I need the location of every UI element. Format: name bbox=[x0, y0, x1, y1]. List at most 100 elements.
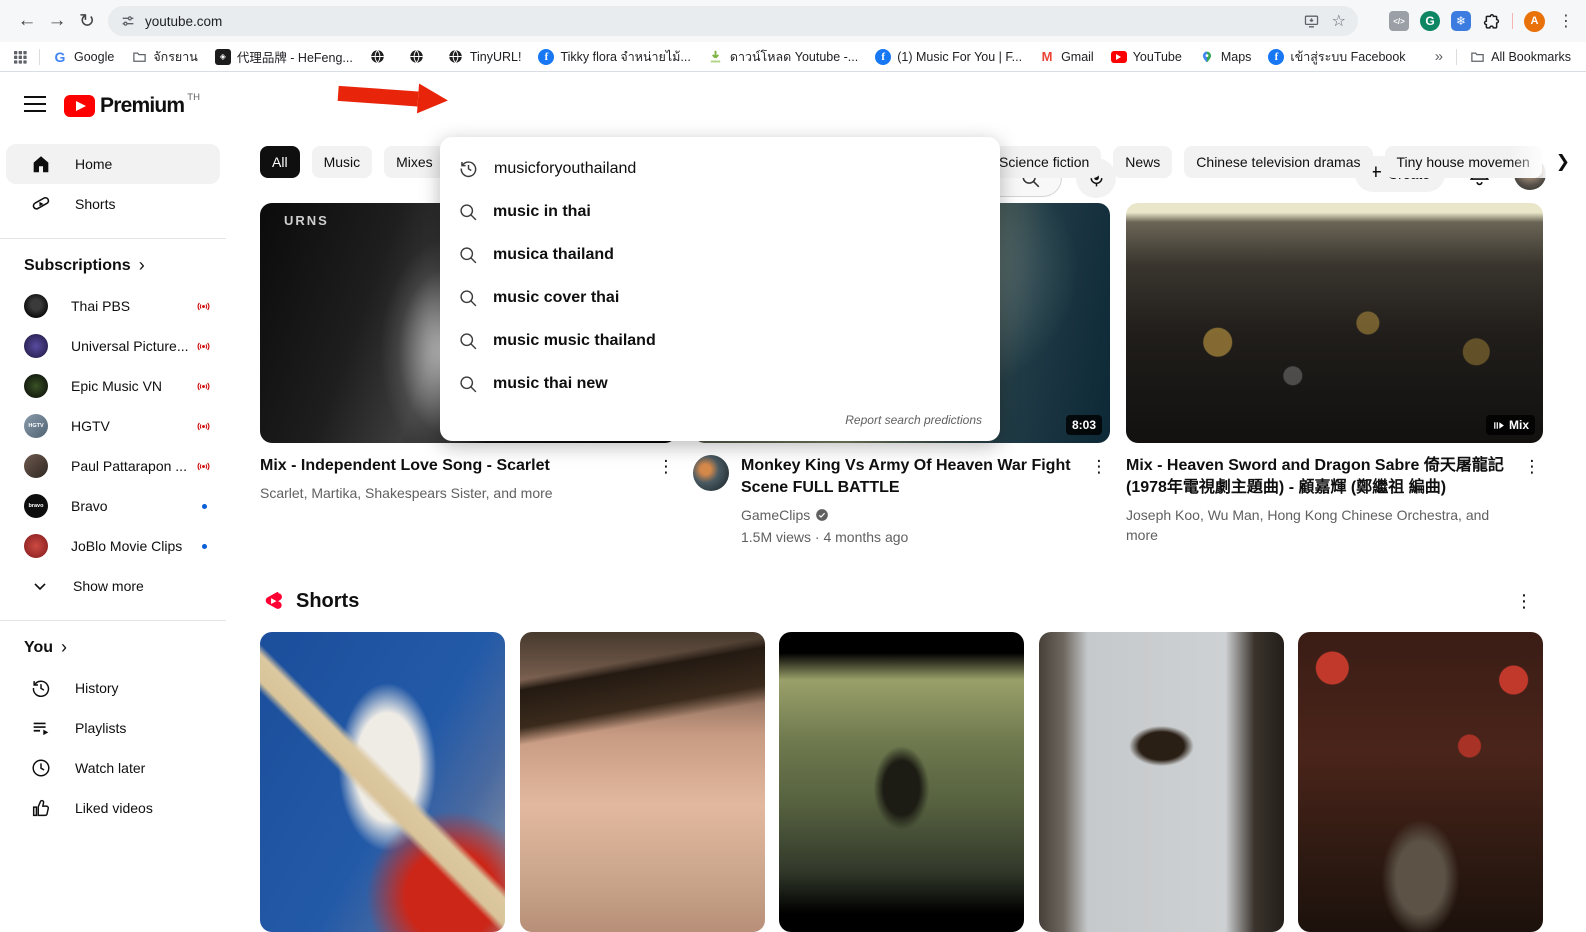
video-byline[interactable]: Scarlet, Martika, Shakespears Sister, an… bbox=[260, 483, 655, 503]
bookmark-item[interactable]: f (1) Music For You | F... bbox=[870, 47, 1027, 67]
video-title[interactable]: Mix - Independent Love Song - Scarlet bbox=[260, 455, 655, 477]
subscriptions-header[interactable]: Subscriptions › bbox=[0, 249, 226, 286]
gmail-icon: M bbox=[1039, 49, 1055, 65]
sidebar-show-more[interactable]: Show more bbox=[6, 566, 220, 606]
suggestion-item[interactable]: music in thai bbox=[440, 190, 1000, 233]
guide-menu-icon[interactable] bbox=[24, 96, 46, 112]
forward-button[interactable]: → bbox=[42, 6, 72, 36]
settings-extension-icon[interactable]: ❄ bbox=[1451, 11, 1471, 31]
chips-scroll-right-icon[interactable]: ❯ bbox=[1548, 150, 1578, 174]
all-bookmarks-button[interactable]: All Bookmarks bbox=[1464, 47, 1576, 67]
search-suggestions-dropdown: musicforyouthailand music in thai musica… bbox=[440, 137, 1000, 441]
browser-toolbar: ← → ↻ youtube.com ☆ </> G ❄ A ⋮ bbox=[0, 0, 1586, 42]
extensions-puzzle-icon[interactable] bbox=[1482, 12, 1501, 31]
you-header[interactable]: You › bbox=[0, 631, 226, 668]
shorts-card[interactable] bbox=[1298, 632, 1543, 932]
video-menu-icon[interactable]: ⋮ bbox=[1088, 455, 1110, 547]
site-controls-icon[interactable] bbox=[120, 13, 136, 29]
bookmark-item[interactable]: TinyURL! bbox=[443, 47, 527, 67]
suggestion-item[interactable]: music thai new bbox=[440, 362, 1000, 405]
sidebar-item-watch-later[interactable]: Watch later bbox=[6, 748, 220, 788]
suggestion-item[interactable]: musica thailand bbox=[440, 233, 1000, 276]
mix-playlist-icon bbox=[1492, 419, 1505, 432]
channel-row[interactable]: GameClips bbox=[741, 505, 1088, 525]
folder-icon bbox=[1469, 49, 1485, 65]
bookmark-item[interactable]: ดาวน์โหลด Youtube -... bbox=[703, 45, 863, 69]
bookmark-item[interactable]: จักรยาน bbox=[126, 45, 203, 69]
sidebar-channel-epic-music-vn[interactable]: Epic Music VN bbox=[0, 366, 226, 406]
sidebar-channel-paul-pattarapon[interactable]: Paul Pattarapon ... bbox=[0, 446, 226, 486]
sidebar-item-home[interactable]: Home bbox=[6, 144, 220, 184]
reload-button[interactable]: ↻ bbox=[72, 6, 102, 36]
bookmark-item[interactable]: YouTube bbox=[1106, 48, 1187, 66]
apps-grid-icon[interactable] bbox=[12, 49, 28, 65]
sidebar-channel-bravo[interactable]: bravo Bravo bbox=[0, 486, 226, 526]
sidebar-channel-universal[interactable]: Universal Picture... bbox=[0, 326, 226, 366]
bookmark-item[interactable]: Maps bbox=[1194, 47, 1257, 67]
sidebar-item-history[interactable]: History bbox=[6, 668, 220, 708]
back-button[interactable]: ← bbox=[12, 6, 42, 36]
sidebar-item-liked-videos[interactable]: Liked videos bbox=[6, 788, 220, 828]
shorts-card[interactable] bbox=[260, 632, 505, 932]
bookmark-item[interactable]: ◈ 代理品牌 - HeFeng... bbox=[210, 45, 358, 68]
chip-science-fiction[interactable]: Science fiction bbox=[987, 146, 1101, 178]
chip-news[interactable]: News bbox=[1113, 146, 1172, 178]
bookmark-item[interactable]: f Tikky flora จำหน่ายไม้... bbox=[533, 45, 695, 69]
shorts-card[interactable] bbox=[1039, 632, 1284, 932]
chip-mixes[interactable]: Mixes bbox=[384, 146, 445, 178]
globe-icon bbox=[448, 49, 464, 65]
suggestion-item[interactable]: music cover thai bbox=[440, 276, 1000, 319]
video-title[interactable]: Monkey King Vs Army Of Heaven War Fight … bbox=[741, 455, 1088, 499]
sidebar-channel-joblo[interactable]: JoBlo Movie Clips bbox=[0, 526, 226, 566]
chip-all[interactable]: All bbox=[260, 146, 300, 178]
sidebar-channel-hgtv[interactable]: HGTV HGTV bbox=[0, 406, 226, 446]
maps-icon bbox=[1199, 49, 1215, 65]
sidebar-item-playlists[interactable]: Playlists bbox=[6, 708, 220, 748]
bookmarks-overflow-chevron[interactable]: » bbox=[1429, 48, 1449, 65]
chevron-right-icon: › bbox=[61, 637, 67, 658]
bookmark-item[interactable] bbox=[365, 47, 397, 67]
site-favicon: ◈ bbox=[215, 49, 231, 65]
extension-area: </> G ❄ A ⋮ bbox=[1389, 11, 1576, 32]
sidebar-channel-thai-pbs[interactable]: Thai PBS bbox=[0, 286, 226, 326]
chip-chinese-tv-dramas[interactable]: Chinese television dramas bbox=[1184, 146, 1372, 178]
channel-avatar bbox=[24, 374, 48, 398]
bookmark-item[interactable]: M Gmail bbox=[1034, 47, 1099, 67]
channel-avatar bbox=[24, 334, 48, 358]
chip-music[interactable]: Music bbox=[312, 146, 373, 178]
bookmark-item[interactable]: f เข้าสู่ระบบ Facebook bbox=[1263, 45, 1410, 69]
browser-menu-icon[interactable]: ⋮ bbox=[1556, 11, 1576, 31]
suggestion-item[interactable]: musicforyouthailand bbox=[440, 147, 1000, 190]
video-title[interactable]: Mix - Heaven Sword and Dragon Sabre 倚天屠龍… bbox=[1126, 455, 1521, 499]
shorts-card[interactable] bbox=[520, 632, 765, 932]
channel-avatar[interactable] bbox=[693, 455, 729, 491]
thumbnail-text: URNS bbox=[284, 213, 329, 228]
youtube-play-icon bbox=[64, 95, 95, 117]
video-thumbnail[interactable]: Mix bbox=[1126, 203, 1543, 443]
install-icon[interactable] bbox=[1303, 13, 1320, 30]
code-extension-icon[interactable]: </> bbox=[1389, 11, 1409, 31]
globe-icon bbox=[409, 49, 425, 65]
bookmark-item[interactable] bbox=[404, 47, 436, 67]
chevron-down-icon bbox=[30, 576, 50, 596]
playlists-icon bbox=[30, 717, 52, 739]
video-byline[interactable]: Joseph Koo, Wu Man, Hong Kong Chinese Or… bbox=[1126, 505, 1521, 545]
watch-later-icon bbox=[30, 757, 52, 779]
youtube-premium-logo[interactable]: Premium TH bbox=[64, 92, 200, 118]
youtube-icon bbox=[1111, 51, 1127, 63]
video-menu-icon[interactable]: ⋮ bbox=[1521, 455, 1543, 545]
bookmark-item[interactable]: G Google bbox=[47, 47, 119, 67]
shorts-card[interactable] bbox=[779, 632, 1024, 932]
bookmark-star-icon[interactable]: ☆ bbox=[1332, 11, 1346, 31]
address-bar[interactable]: youtube.com ☆ bbox=[108, 6, 1358, 36]
report-search-predictions-link[interactable]: Report search predictions bbox=[440, 405, 1000, 437]
shorts-menu-icon[interactable]: ⋮ bbox=[1505, 591, 1543, 612]
grammarly-extension-icon[interactable]: G bbox=[1420, 11, 1440, 31]
video-meta: 1.5M views · 4 months ago bbox=[741, 527, 1088, 547]
download-icon bbox=[708, 49, 724, 65]
video-card: Mix Mix - Heaven Sword and Dragon Sabre … bbox=[1126, 203, 1543, 547]
video-menu-icon[interactable]: ⋮ bbox=[655, 455, 677, 503]
sidebar-item-shorts[interactable]: Shorts bbox=[6, 184, 220, 224]
browser-profile-avatar[interactable]: A bbox=[1524, 11, 1545, 32]
suggestion-item[interactable]: music music thailand bbox=[440, 319, 1000, 362]
